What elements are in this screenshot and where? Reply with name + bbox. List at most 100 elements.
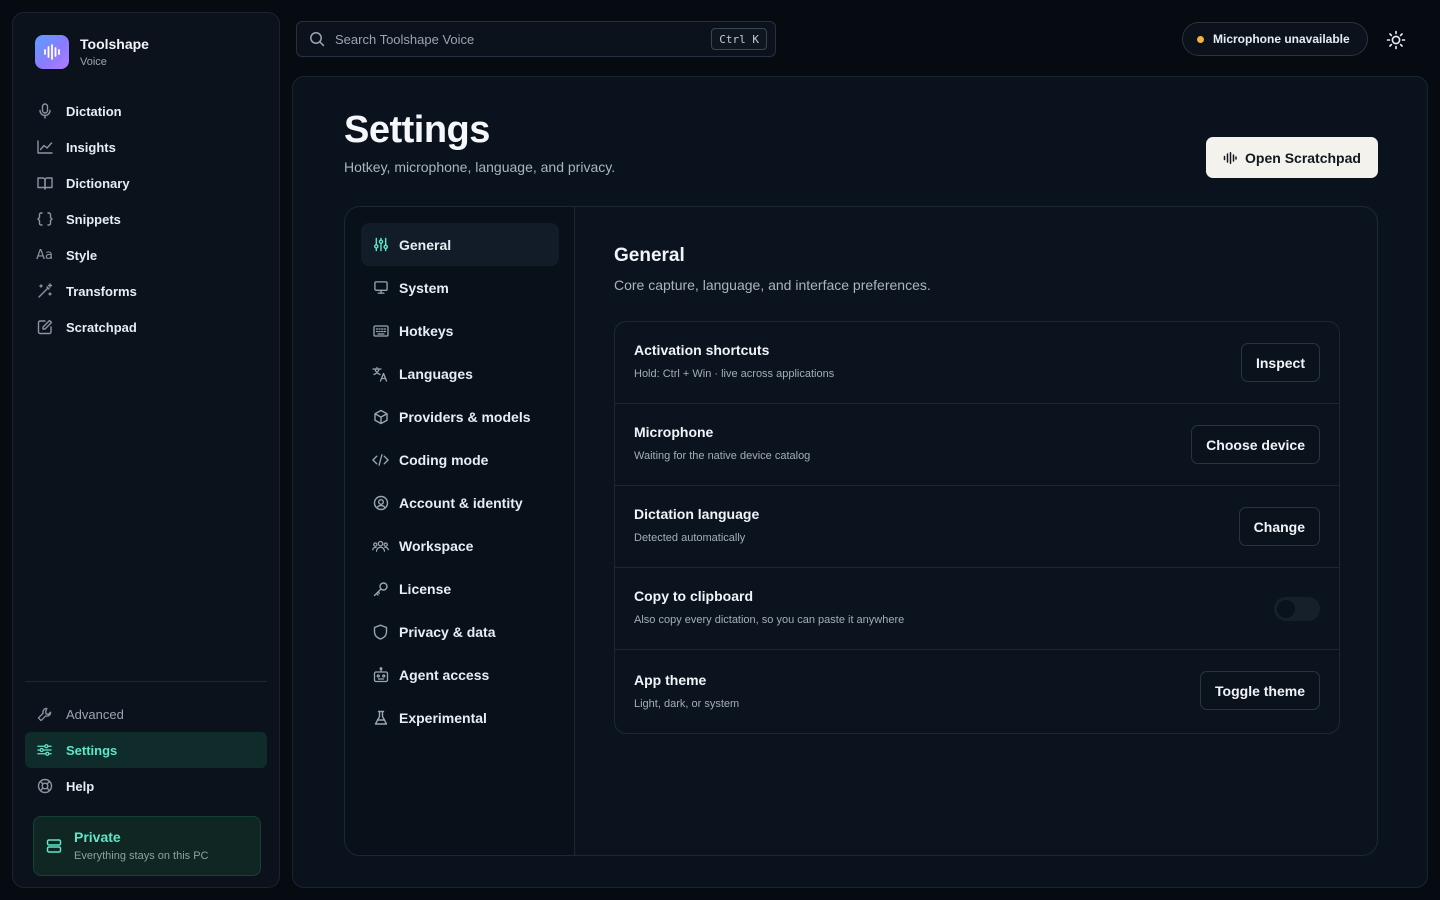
sidebar-item-dictation[interactable]: Dictation <box>25 93 267 129</box>
settings-tab-label: Coding mode <box>399 451 489 468</box>
section-title: General <box>614 245 685 266</box>
sidebar-item-style[interactable]: Aa Style <box>25 237 267 273</box>
robot-icon <box>372 666 389 683</box>
open-scratchpad-label: Open Scratchpad <box>1245 149 1361 166</box>
settings-list: Activation shortcuts Hold: Ctrl + Win · … <box>614 321 1340 734</box>
cube-icon <box>372 408 389 425</box>
book-icon <box>36 175 53 192</box>
flask-icon <box>372 709 389 726</box>
microphone-status-badge[interactable]: Microphone unavailable <box>1182 22 1368 56</box>
settings-tab-hotkeys[interactable]: Hotkeys <box>361 309 559 352</box>
setting-title: Microphone <box>634 424 714 440</box>
sidebar-nav: Dictation Insights Dictionary Snippets A… <box>25 93 267 345</box>
sidebar-item-snippets[interactable]: Snippets <box>25 201 267 237</box>
main-content: Settings Hotkey, microphone, language, a… <box>292 76 1428 888</box>
section-subtitle: Core capture, language, and interface pr… <box>614 277 931 293</box>
private-subtitle: Everything stays on this PC <box>74 850 209 862</box>
settings-tab-label: Hotkeys <box>399 322 454 339</box>
sidebar-item-insights[interactable]: Insights <box>25 129 267 165</box>
status-dot-icon <box>1197 35 1204 43</box>
users-icon <box>372 537 389 554</box>
toggle-knob <box>1277 600 1295 618</box>
setting-description: Hold: Ctrl + Win · live across applicati… <box>634 368 835 380</box>
general-settings-section: General Core capture, language, and inte… <box>614 245 1340 734</box>
theme-toggle-button[interactable] <box>1382 26 1410 54</box>
sun-icon <box>1386 30 1406 50</box>
sidebar-divider <box>25 681 267 682</box>
edit-icon <box>36 319 53 336</box>
settings-tab-license[interactable]: License <box>361 567 559 610</box>
settings-tab-workspace[interactable]: Workspace <box>361 524 559 567</box>
chart-line-icon <box>36 139 53 156</box>
sidebar-item-transforms[interactable]: Transforms <box>25 273 267 309</box>
settings-tab-agent-access[interactable]: Agent access <box>361 653 559 696</box>
settings-tab-coding-mode[interactable]: Coding mode <box>361 438 559 481</box>
sidebar-item-label: Style <box>66 247 98 263</box>
settings-tab-providers-models[interactable]: Providers & models <box>361 395 559 438</box>
voice-wave-icon <box>35 35 69 69</box>
settings-tab-system[interactable]: System <box>361 266 559 309</box>
sliders-icon <box>36 742 53 759</box>
page-title: Settings <box>344 109 490 151</box>
open-scratchpad-button[interactable]: Open Scratchpad <box>1206 137 1378 178</box>
brand[interactable]: Toolshape Voice <box>35 35 149 69</box>
setting-row-app-theme: App theme Light, dark, or system Toggle … <box>615 650 1339 733</box>
search-icon <box>309 31 325 47</box>
settings-nav: General System Hotkeys Languages Provide… <box>345 207 575 855</box>
choose-device-button[interactable]: Choose device <box>1191 425 1320 464</box>
toggle-theme-button[interactable]: Toggle theme <box>1200 671 1320 710</box>
settings-panel: General System Hotkeys Languages Provide… <box>344 206 1378 856</box>
sidebar-item-label: Help <box>66 778 95 794</box>
sidebar-bottom-nav: Advanced Settings Help <box>25 696 267 804</box>
settings-tab-account-identity[interactable]: Account & identity <box>361 481 559 524</box>
privacy-status-card: Private Everything stays on this PC <box>33 816 261 876</box>
setting-row-activation-shortcuts: Activation shortcuts Hold: Ctrl + Win · … <box>615 322 1339 404</box>
settings-tab-label: License <box>399 580 452 597</box>
setting-title: Copy to clipboard <box>634 588 753 604</box>
sidebar-item-scratchpad[interactable]: Scratchpad <box>25 309 267 345</box>
sidebar-item-dictionary[interactable]: Dictionary <box>25 165 267 201</box>
sidebar-item-settings[interactable]: Settings <box>25 732 267 768</box>
page-subtitle: Hotkey, microphone, language, and privac… <box>344 159 616 175</box>
search-bar[interactable]: Ctrl K <box>296 21 776 57</box>
sidebar-item-advanced[interactable]: Advanced <box>25 696 267 732</box>
copy-to-clipboard-toggle[interactable] <box>1274 597 1320 621</box>
monitor-icon <box>372 279 389 296</box>
settings-tab-label: Workspace <box>399 537 474 554</box>
sidebar-item-label: Advanced <box>66 706 124 722</box>
keyboard-icon <box>372 322 389 339</box>
translate-icon <box>372 365 389 382</box>
settings-tab-privacy-data[interactable]: Privacy & data <box>361 610 559 653</box>
wrench-icon <box>36 706 53 723</box>
shield-icon <box>372 623 389 640</box>
search-shortcut-hint: Ctrl K <box>711 28 767 50</box>
text-style-icon: Aa <box>36 247 53 263</box>
sliders-icon <box>372 236 389 253</box>
setting-row-dictation-language: Dictation language Detected automaticall… <box>615 486 1339 568</box>
server-icon <box>46 838 62 854</box>
code-icon <box>372 451 389 468</box>
settings-tab-label: Languages <box>399 365 473 382</box>
brand-subtitle: Voice <box>80 55 107 68</box>
setting-description: Detected automatically <box>634 532 746 544</box>
settings-tab-label: Account & identity <box>399 494 523 511</box>
settings-tab-label: System <box>399 279 449 296</box>
setting-description: Also copy every dictation, so you can pa… <box>634 614 905 626</box>
settings-tab-label: Agent access <box>399 666 490 683</box>
setting-title: Activation shortcuts <box>634 342 770 358</box>
setting-description: Light, dark, or system <box>634 698 740 710</box>
settings-tab-languages[interactable]: Languages <box>361 352 559 395</box>
settings-tab-general[interactable]: General <box>361 223 559 266</box>
sidebar-item-label: Snippets <box>66 211 121 227</box>
settings-tab-label: Providers & models <box>399 408 531 425</box>
settings-tab-experimental[interactable]: Experimental <box>361 696 559 739</box>
voice-wave-icon <box>1223 151 1237 164</box>
setting-title: App theme <box>634 672 707 688</box>
sidebar-item-label: Insights <box>66 139 116 155</box>
microphone-status-label: Microphone unavailable <box>1213 32 1350 46</box>
lifebuoy-icon <box>36 778 53 795</box>
search-input[interactable] <box>335 31 712 47</box>
sidebar-item-help[interactable]: Help <box>25 768 267 804</box>
inspect-button[interactable]: Inspect <box>1240 343 1320 382</box>
change-language-button[interactable]: Change <box>1238 507 1320 546</box>
